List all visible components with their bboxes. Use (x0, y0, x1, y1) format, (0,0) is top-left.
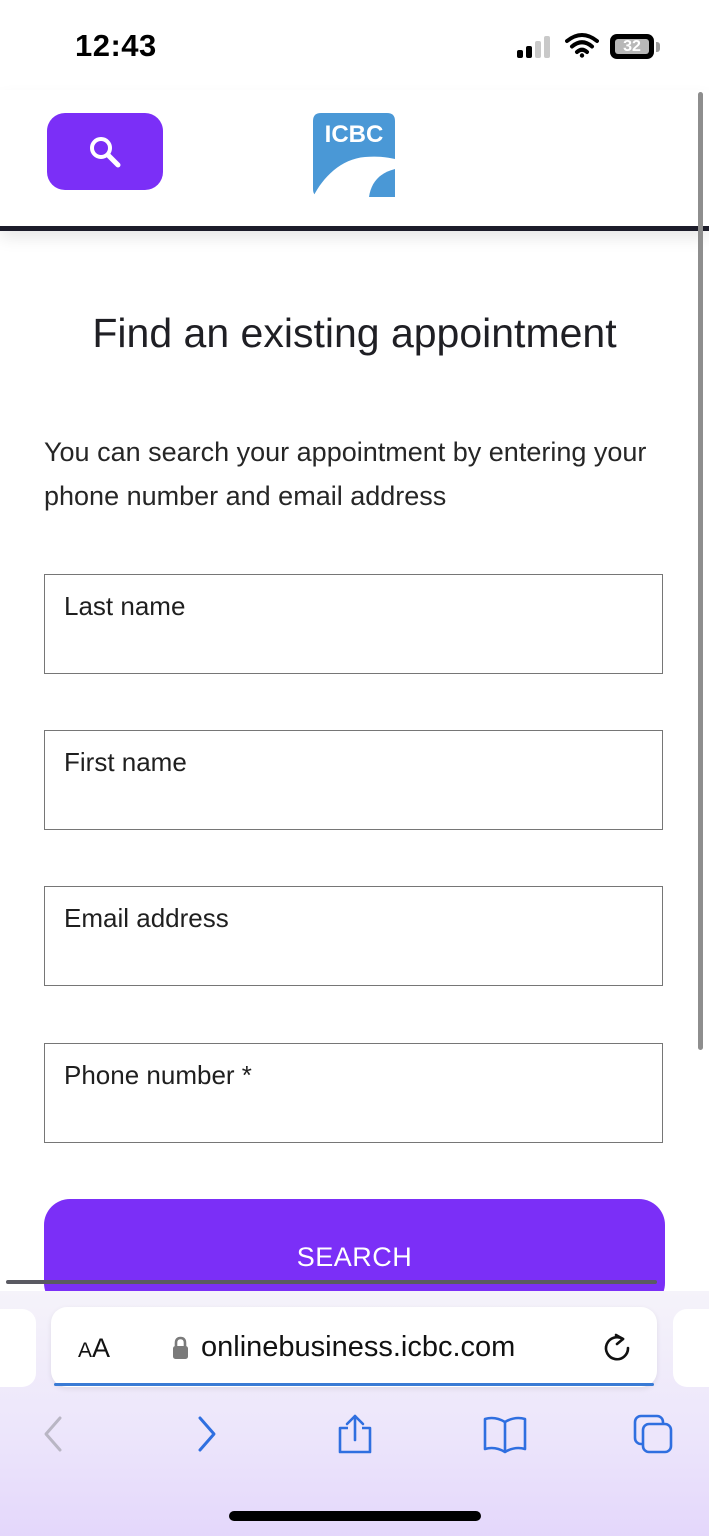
next-tab-peek[interactable] (673, 1309, 709, 1387)
email-label: Email address (64, 903, 229, 933)
first-name-label: First name (64, 747, 187, 777)
share-icon[interactable] (335, 1414, 375, 1454)
page-title: Find an existing appointment (92, 310, 617, 356)
first-name-field[interactable]: First name (44, 730, 663, 830)
forward-icon[interactable] (186, 1414, 226, 1454)
search-button[interactable] (47, 113, 163, 190)
url-text[interactable]: onlinebusiness.icbc.com (201, 1331, 515, 1364)
header-divider (0, 226, 709, 231)
toolbar-divider (6, 1280, 657, 1284)
reload-icon[interactable] (601, 1332, 633, 1364)
page-load-indicator (54, 1383, 654, 1386)
status-time: 12:43 (75, 28, 157, 63)
cellular-signal-icon (517, 36, 555, 58)
email-input[interactable] (64, 941, 642, 975)
logo-text: ICBC (325, 121, 384, 148)
page-scrollbar[interactable] (698, 92, 703, 1050)
previous-tab-peek[interactable] (0, 1309, 36, 1387)
search-icon (90, 136, 121, 167)
battery-level: 32 (615, 39, 649, 55)
email-field[interactable]: Email address (44, 886, 663, 986)
battery-cap (656, 42, 660, 52)
last-name-field[interactable]: Last name (44, 574, 663, 674)
text-size-small-a: A (78, 1339, 93, 1362)
text-size-big-a: A (92, 1333, 111, 1363)
last-name-input[interactable] (64, 629, 642, 663)
phone-field[interactable]: Phone number * (44, 1043, 663, 1143)
phone-label: Phone number * (64, 1060, 252, 1090)
bookmarks-icon[interactable] (482, 1414, 528, 1454)
intro-text: You can search your appointment by enter… (44, 437, 647, 511)
first-name-input[interactable] (64, 785, 642, 819)
site-header: ICBC (0, 90, 709, 227)
phone-input[interactable] (64, 1098, 642, 1132)
battery-icon: 32 (610, 34, 654, 59)
tabs-icon[interactable] (633, 1414, 673, 1454)
text-size-button[interactable]: AA (78, 1333, 110, 1364)
icbc-logo[interactable]: ICBC (313, 113, 395, 197)
lock-icon (173, 1336, 188, 1359)
wifi-icon (565, 33, 599, 58)
home-indicator[interactable] (229, 1511, 481, 1521)
last-name-label: Last name (64, 591, 186, 621)
back-icon[interactable] (34, 1414, 74, 1454)
status-bar: 12:43 32 (0, 0, 709, 90)
